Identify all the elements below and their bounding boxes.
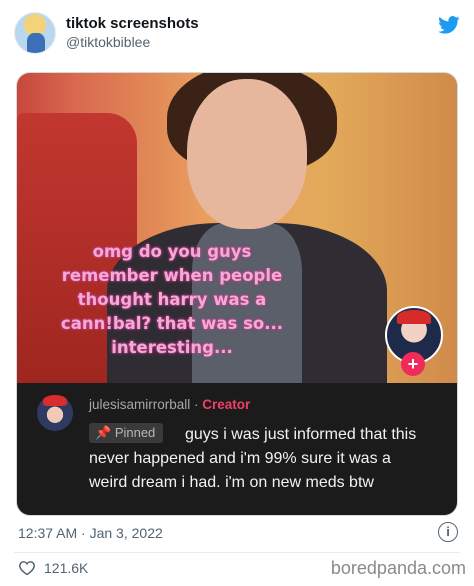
comment-text: guys i was just informed that this never… [89,426,417,491]
pinned-comment: julesisamirrorball · Creator 📌 Pinned gu… [17,383,457,515]
author-name[interactable]: tiktok screenshots [66,15,199,32]
tweet-timestamp[interactable]: 12:37 AM · Jan 3, 2022 [18,525,163,541]
comment-username[interactable]: julesisamirrorball [89,397,190,412]
like-count[interactable]: 121.6K [44,560,88,576]
author-handle[interactable]: @tiktokbiblee [66,34,150,50]
follow-plus-button[interactable]: + [401,352,425,376]
comment-header: julesisamirrorball · Creator [89,397,250,412]
comment-separator: · [190,397,203,412]
author-avatar[interactable] [14,12,56,54]
twitter-bird-icon[interactable] [438,16,460,34]
heart-icon[interactable] [18,560,36,576]
tweet-header: tiktok screenshots @tiktokbiblee [14,10,460,58]
watermark: boredpanda.com [330,558,466,578]
person-face [187,79,307,229]
creator-badge: Creator [202,397,251,412]
divider [14,552,460,553]
video-caption-overlay: omg do you guys remember when people tho… [60,242,284,357]
commenter-avatar[interactable] [37,395,73,431]
info-icon[interactable]: i [438,522,458,542]
tiktok-screenshot[interactable]: omg do you guys remember when people tho… [16,72,458,516]
